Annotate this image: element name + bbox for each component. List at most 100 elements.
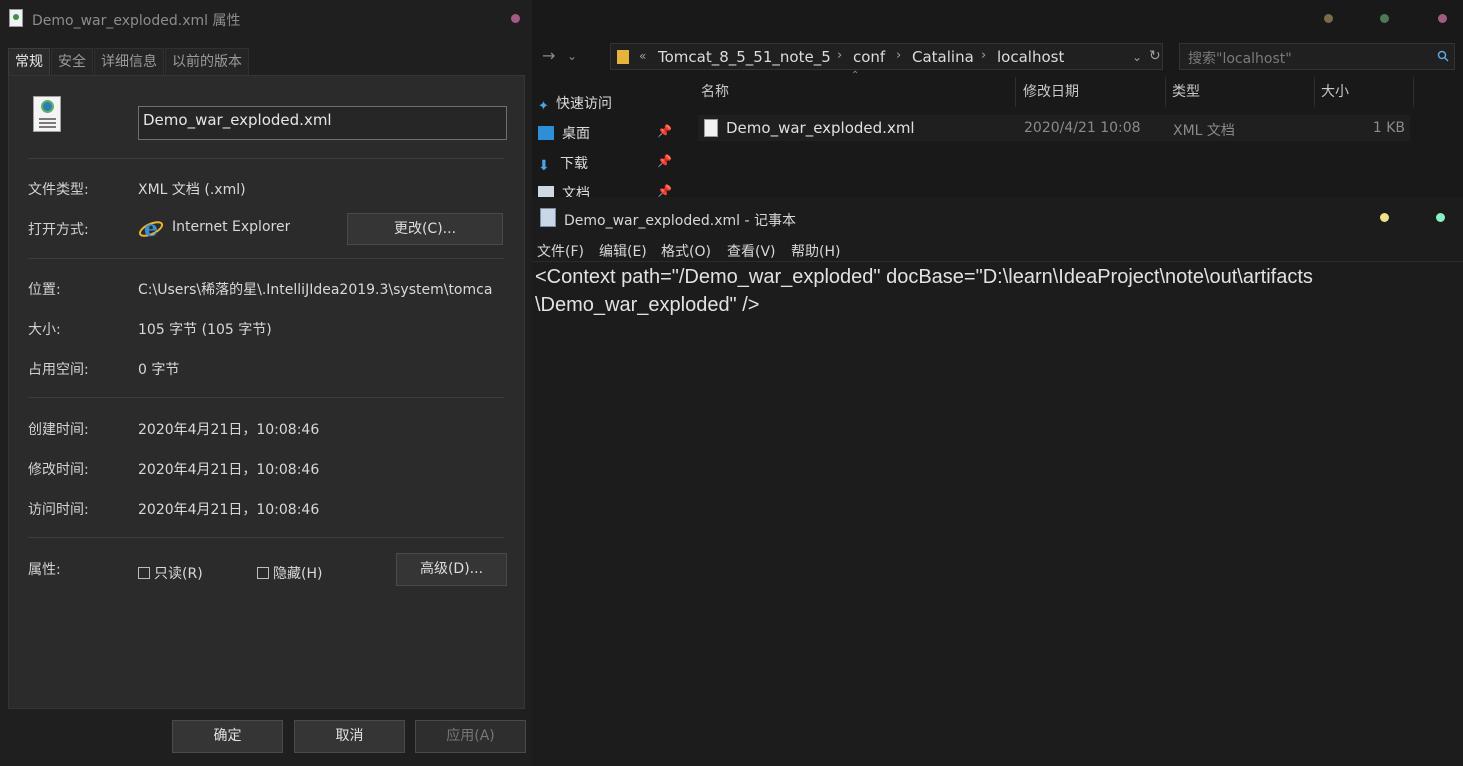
advanced-button[interactable]: 高级(D)... — [396, 553, 507, 586]
modified-label: 修改时间: — [28, 462, 89, 478]
menu-help[interactable]: 帮助(H) — [791, 241, 840, 261]
open-with-label: 打开方式: — [28, 222, 89, 238]
readonly-label: 只读(R) — [154, 566, 203, 582]
cancel-button[interactable]: 取消 — [294, 720, 405, 753]
column-header-size[interactable]: 大小 — [1316, 77, 1414, 107]
column-header-modified[interactable]: 修改日期 — [1018, 77, 1166, 107]
folder-icon — [617, 50, 629, 64]
nav-downloads-label: 下载 — [560, 156, 588, 172]
overflow-chevron-icon[interactable]: « — [639, 49, 646, 63]
location-value: C:\Users\稀落的星\.IntelliJIdea2019.3\system… — [138, 282, 493, 298]
menu-view[interactable]: 查看(V) — [727, 241, 776, 261]
column-header-name[interactable]: 名称 — [696, 77, 1016, 107]
general-panel: Demo_war_exploded.xml 文件类型: XML 文档 (.xml… — [8, 75, 525, 709]
tab-security[interactable]: 安全 — [51, 48, 93, 75]
accessed-label: 访问时间: — [28, 502, 89, 518]
breadcrumb-separator-icon[interactable]: › — [896, 48, 901, 63]
tab-details[interactable]: 详细信息 — [94, 48, 164, 75]
nav-desktop[interactable]: 桌面 — [538, 123, 590, 143]
text-editor-area[interactable]: <Context path="/Demo_war_exploded" docBa… — [535, 263, 1435, 319]
desktop-icon — [538, 126, 554, 140]
xml-file-large-icon — [33, 96, 61, 132]
file-name: Demo_war_exploded.xml — [726, 119, 915, 137]
created-label: 创建时间: — [28, 422, 89, 438]
nav-quick-access[interactable]: ✦ 快速访问 — [538, 93, 612, 114]
ok-button[interactable]: 确定 — [172, 720, 283, 753]
address-bar[interactable]: « Tomcat_8_5_51_note_5 › conf › Catalina… — [610, 43, 1163, 70]
minimize-dot-icon[interactable] — [1380, 213, 1389, 222]
address-dropdown-icon[interactable]: ⌄ — [1132, 50, 1142, 64]
close-dot-icon[interactable] — [511, 14, 520, 23]
hidden-label: 隐藏(H) — [273, 566, 323, 582]
internet-explorer-icon: e — [138, 216, 164, 242]
notepad-title: Demo_war_exploded.xml - 记事本 — [564, 213, 796, 229]
breadcrumb-catalina[interactable]: Catalina — [912, 48, 974, 66]
menu-edit[interactable]: 编辑(E) — [599, 241, 647, 261]
file-type-label: 文件类型: — [28, 182, 89, 198]
nav-documents-label: 文档 — [562, 186, 590, 197]
pin-icon[interactable]: 📌 — [657, 184, 672, 197]
checkbox-box[interactable] — [138, 567, 150, 579]
pin-icon[interactable]: 📌 — [657, 124, 672, 138]
nav-documents[interactable]: 文档 — [538, 183, 590, 197]
maximize-dot-icon[interactable] — [1380, 14, 1389, 23]
file-row[interactable]: Demo_war_exploded.xml 2020/4/21 10:08 XM… — [698, 115, 1410, 141]
accessed-value: 2020年4月21日，10:08:46 — [138, 502, 320, 518]
size-value: 105 字节 (105 字节) — [138, 322, 272, 338]
file-name-input[interactable]: Demo_war_exploded.xml — [138, 106, 507, 140]
readonly-checkbox[interactable]: 只读(R) — [138, 563, 203, 583]
download-icon: ⬇ — [538, 158, 550, 174]
file-modified: 2020/4/21 10:08 — [1024, 120, 1141, 136]
size-label: 大小: — [28, 322, 61, 338]
search-icon[interactable] — [1437, 50, 1449, 62]
star-icon: ✦ — [538, 99, 549, 114]
tab-previous-versions[interactable]: 以前的版本 — [165, 48, 249, 75]
breadcrumb-separator-icon[interactable]: › — [981, 48, 986, 63]
breadcrumb-tomcat[interactable]: Tomcat_8_5_51_note_5 — [658, 48, 831, 66]
notepad-icon — [540, 208, 556, 227]
svg-text:e: e — [144, 216, 158, 242]
disk-size-value: 0 字节 — [138, 362, 180, 378]
text-line: \Demo_war_exploded" /> — [535, 294, 760, 316]
breadcrumb-separator-icon[interactable]: › — [837, 48, 842, 63]
divider — [532, 261, 1463, 262]
nav-desktop-label: 桌面 — [562, 126, 590, 142]
maximize-dot-icon[interactable] — [1436, 213, 1445, 222]
file-type: XML 文档 — [1173, 123, 1235, 139]
properties-title: Demo_war_exploded.xml 属性 — [32, 13, 241, 29]
breadcrumb-localhost[interactable]: localhost — [997, 48, 1064, 66]
menu-file[interactable]: 文件(F) — [537, 241, 584, 261]
hidden-checkbox[interactable]: 隐藏(H) — [257, 563, 322, 583]
divider — [28, 537, 504, 538]
refresh-icon[interactable]: ↻ — [1149, 48, 1161, 64]
divider — [28, 158, 504, 159]
change-button[interactable]: 更改(C)... — [347, 213, 503, 245]
location-label: 位置: — [28, 282, 61, 298]
recent-dropdown-icon[interactable]: ⌄ — [567, 49, 577, 63]
divider — [28, 397, 504, 398]
nav-quick-access-label: 快速访问 — [556, 96, 612, 112]
modified-value: 2020年4月21日，10:08:46 — [138, 462, 320, 478]
nav-downloads[interactable]: ⬇ 下载 — [538, 153, 588, 174]
apply-button[interactable]: 应用(A) — [415, 720, 526, 753]
breadcrumb-conf[interactable]: conf — [853, 48, 885, 66]
divider — [28, 258, 504, 259]
xml-file-icon — [9, 9, 23, 27]
file-type-value: XML 文档 (.xml) — [138, 182, 246, 198]
checkbox-box[interactable] — [257, 567, 269, 579]
search-input[interactable]: 搜索"localhost" — [1179, 43, 1455, 70]
xml-file-icon — [704, 119, 718, 137]
properties-tabs: 常规 安全 详细信息 以前的版本 — [8, 48, 250, 75]
forward-arrow-icon[interactable]: → — [542, 46, 555, 65]
close-dot-icon[interactable] — [1438, 14, 1447, 23]
tab-general[interactable]: 常规 — [8, 48, 50, 75]
properties-dialog: Demo_war_exploded.xml 属性 常规 安全 详细信息 以前的版… — [0, 0, 532, 766]
column-header-type[interactable]: 类型 — [1167, 77, 1315, 107]
pin-icon[interactable]: 📌 — [657, 154, 672, 168]
minimize-dot-icon[interactable] — [1324, 14, 1333, 23]
file-explorer-window: → ⌄ « Tomcat_8_5_51_note_5 › conf › Cata… — [532, 0, 1463, 197]
notepad-window: Demo_war_exploded.xml - 记事本 文件(F) 编辑(E) … — [532, 200, 1463, 766]
menu-format[interactable]: 格式(O) — [661, 241, 711, 261]
file-size: 1 KB — [1372, 120, 1405, 136]
created-value: 2020年4月21日，10:08:46 — [138, 422, 320, 438]
